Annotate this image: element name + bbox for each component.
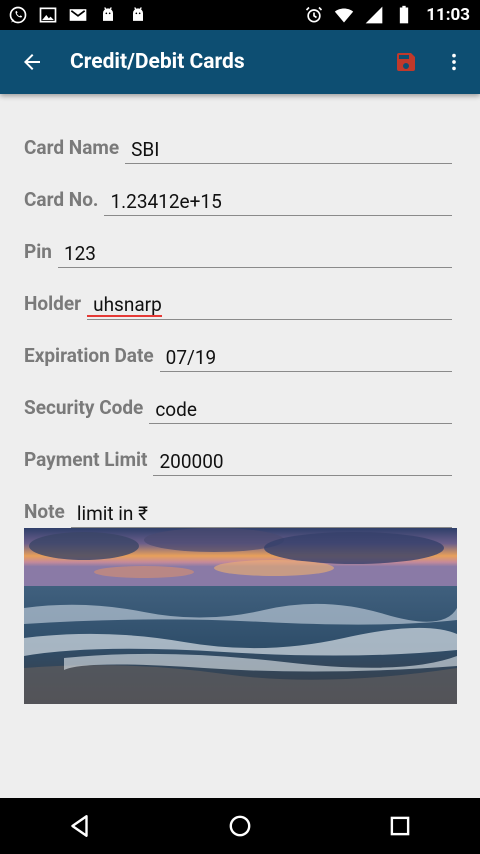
sea-sunset-image xyxy=(24,528,457,704)
pin-field[interactable] xyxy=(57,238,452,268)
status-clock: 11:03 xyxy=(426,5,470,25)
status-right-icons: 11:03 xyxy=(304,5,470,25)
card-name-input[interactable] xyxy=(125,138,452,161)
card-name-field[interactable] xyxy=(125,134,452,164)
payment-limit-label: Payment Limit xyxy=(24,448,148,471)
card-name-row: Card Name xyxy=(24,112,452,164)
whatsapp-icon xyxy=(8,5,28,25)
expiration-date-input[interactable] xyxy=(159,346,452,369)
expiration-date-field[interactable] xyxy=(159,342,452,372)
card-no-input[interactable] xyxy=(104,190,452,213)
nav-recents-button[interactable] xyxy=(370,798,430,854)
more-options-button[interactable] xyxy=(434,30,474,94)
card-name-label: Card Name xyxy=(24,136,120,159)
pin-label: Pin xyxy=(24,240,52,263)
security-code-input[interactable] xyxy=(149,398,452,421)
back-button[interactable] xyxy=(0,30,64,94)
nav-back-button[interactable] xyxy=(50,798,110,854)
signal-icon xyxy=(364,5,384,25)
payment-limit-input[interactable] xyxy=(153,450,452,473)
app-bar: Credit/Debit Cards xyxy=(0,30,480,94)
triangle-back-icon xyxy=(71,815,88,837)
status-left-icons xyxy=(8,5,148,25)
holder-input[interactable]: uhsnarp xyxy=(87,295,162,317)
security-code-label: Security Code xyxy=(24,396,144,419)
expiration-date-row: Expiration Date xyxy=(24,320,452,372)
more-vert-icon xyxy=(452,53,456,71)
note-field[interactable] xyxy=(70,498,452,528)
payment-limit-row: Payment Limit xyxy=(24,424,452,476)
system-nav-bar xyxy=(0,798,480,854)
nav-home-button[interactable] xyxy=(210,798,270,854)
battery-icon xyxy=(394,5,414,25)
security-code-field[interactable] xyxy=(149,394,452,424)
arrow-left-icon xyxy=(24,54,40,70)
status-bar: 11:03 xyxy=(0,0,480,30)
card-no-row: Card No. xyxy=(24,164,452,216)
card-no-field[interactable] xyxy=(104,186,452,216)
android-debug-icon xyxy=(98,5,118,25)
wifi-icon xyxy=(334,5,354,25)
security-code-row: Security Code xyxy=(24,372,452,424)
card-image[interactable] xyxy=(24,528,457,704)
holder-row: Holder uhsnarp xyxy=(24,268,452,320)
image-icon xyxy=(38,5,58,25)
note-input[interactable] xyxy=(70,502,452,525)
holder-label: Holder xyxy=(24,292,82,315)
expiration-date-label: Expiration Date xyxy=(24,344,154,367)
note-label: Note xyxy=(24,500,65,523)
card-form: Card Name Card No. Pin Holder uhsnarp Ex… xyxy=(24,112,452,528)
floppy-disk-icon xyxy=(397,53,415,71)
pin-input[interactable] xyxy=(57,242,452,265)
payment-limit-field[interactable] xyxy=(153,446,452,476)
note-row: Note xyxy=(24,476,452,528)
save-button[interactable] xyxy=(382,30,430,94)
circle-home-icon xyxy=(229,815,251,837)
alarm-icon xyxy=(304,5,324,25)
page-title: Credit/Debit Cards xyxy=(70,50,245,74)
square-recents-icon xyxy=(390,816,410,836)
gmail-icon xyxy=(68,5,88,25)
pin-row: Pin xyxy=(24,216,452,268)
card-no-label: Card No. xyxy=(24,188,99,211)
android-debug-icon xyxy=(128,5,148,25)
holder-field[interactable]: uhsnarp xyxy=(87,290,452,320)
